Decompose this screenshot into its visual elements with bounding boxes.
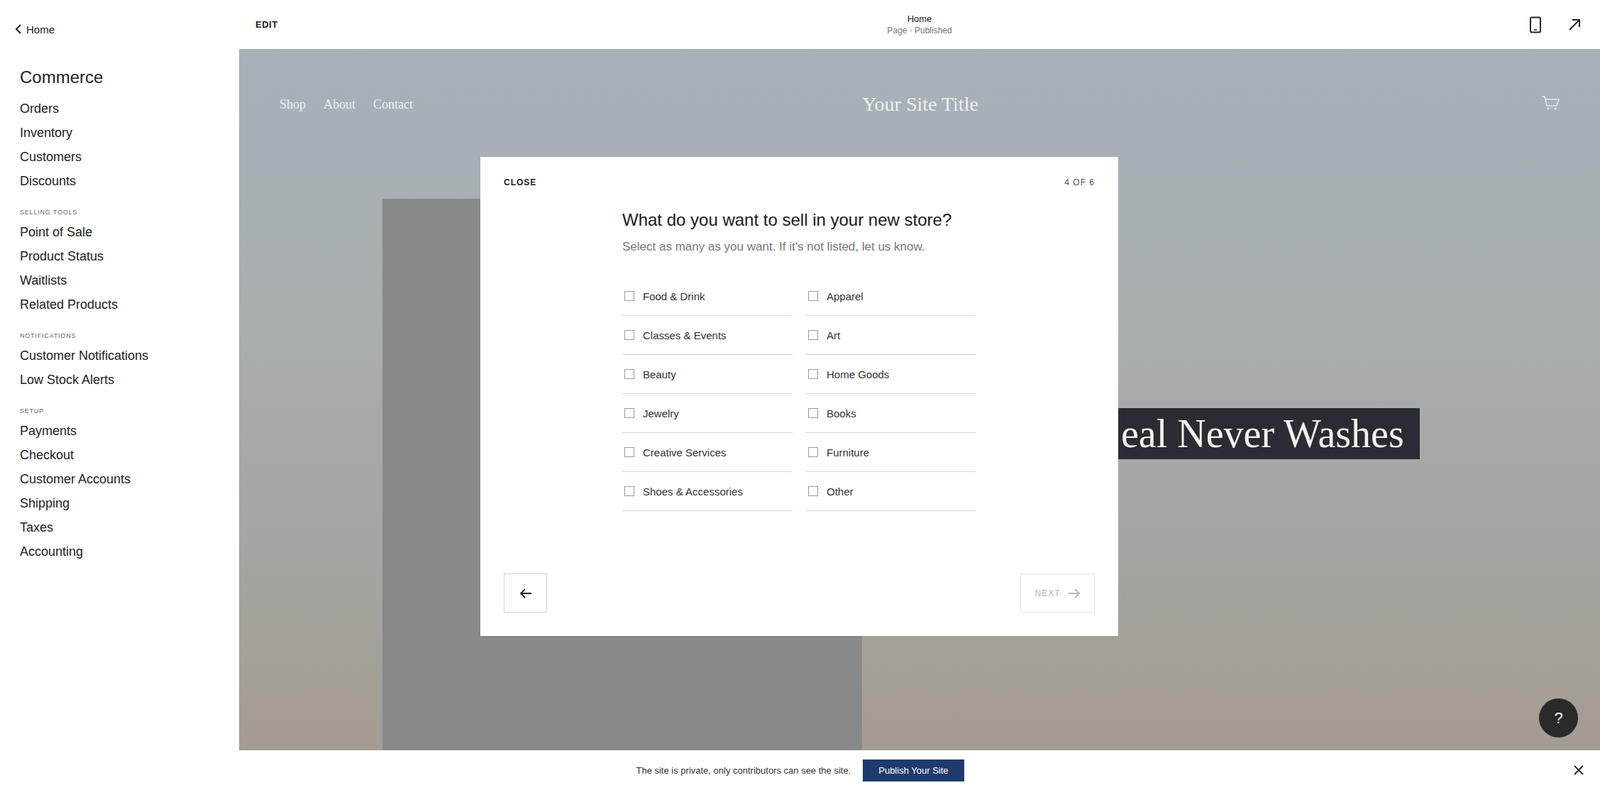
step-counter: 4 OF 6: [1064, 176, 1095, 189]
onboarding-modal: CLOSE 4 OF 6 What do you want to sell in…: [480, 156, 1119, 636]
expand-arrow-icon[interactable]: [1567, 17, 1582, 32]
option-row[interactable]: Shoes & Accessories: [622, 471, 793, 511]
sidebar-item[interactable]: Orders: [19, 96, 240, 121]
site-nav: Shop About Contact: [279, 97, 863, 113]
back-link[interactable]: Home: [14, 21, 240, 37]
arrow-right-icon: [1067, 587, 1081, 599]
sidebar-heading: SETUP: [19, 405, 240, 416]
modal-footer: NEXT: [503, 573, 1095, 613]
checkbox[interactable]: [808, 447, 819, 457]
sidebar-item[interactable]: Point of Sale: [19, 219, 240, 245]
sidebar-item[interactable]: Waitlists: [19, 268, 240, 293]
topbar-icons: [1529, 16, 1582, 34]
checkbox[interactable]: [808, 486, 819, 496]
sidebar-item[interactable]: Inventory: [19, 120, 240, 145]
close-button[interactable]: CLOSE: [503, 176, 537, 189]
privacy-message: The site is private, only contributors c…: [635, 764, 851, 776]
option-row[interactable]: Furniture: [806, 432, 977, 472]
modal-body: What do you want to sell in your new sto…: [622, 209, 978, 511]
site-nav-item[interactable]: Shop: [279, 97, 306, 113]
site-title[interactable]: Your Site Title: [862, 92, 979, 116]
publish-button[interactable]: Publish Your Site: [862, 759, 964, 782]
modal-subtitle: Select as many as you want. If it's not …: [622, 239, 978, 255]
sidebar-heading: NOTIFICATIONS: [19, 330, 240, 341]
sidebar-item[interactable]: Payments: [19, 418, 240, 443]
checkbox[interactable]: [624, 407, 635, 418]
sidebar-item[interactable]: Product Status: [19, 244, 240, 269]
site-preview: Shop About Contact Your Site Title eal Nev…: [239, 48, 1600, 750]
checkbox[interactable]: [624, 368, 635, 379]
edit-button[interactable]: EDIT: [255, 19, 279, 30]
back-button[interactable]: [503, 573, 548, 613]
option-row[interactable]: Classes & Events: [622, 315, 793, 355]
sidebar-title: Commerce: [19, 66, 240, 88]
checkbox[interactable]: [808, 368, 819, 379]
checkbox[interactable]: [624, 290, 635, 301]
site-header: Shop About Contact Your Site Title: [239, 48, 1600, 116]
sidebar-group: Point of SaleProduct StatusWaitlistsRela…: [19, 219, 240, 317]
sidebar-item[interactable]: Low Stock Alerts: [19, 367, 240, 392]
bottom-bar: The site is private, only contributors c…: [0, 749, 1600, 790]
cart-icon[interactable]: [1541, 94, 1561, 112]
option-row[interactable]: Other: [806, 471, 977, 511]
arrow-left-icon: [519, 587, 533, 599]
help-button[interactable]: ?: [1538, 698, 1579, 738]
page-status: Page · Published: [886, 24, 952, 37]
option-row[interactable]: Creative Services: [622, 432, 793, 472]
hero-headline: eal Never Washes: [1118, 407, 1420, 460]
option-row[interactable]: Beauty: [622, 354, 793, 394]
sidebar-item[interactable]: Customer Notifications: [19, 343, 240, 368]
topbar: EDIT Home Page · Published: [239, 0, 1600, 49]
checkbox[interactable]: [624, 447, 635, 457]
checkbox[interactable]: [624, 486, 635, 496]
sidebar-group: Customer NotificationsLow Stock Alerts: [19, 343, 240, 392]
page-title: Home: [886, 13, 952, 25]
sidebar-item[interactable]: Checkout: [19, 442, 240, 467]
option-row[interactable]: Jewelry: [622, 393, 793, 433]
sidebar-item[interactable]: Customers: [19, 144, 240, 169]
workspace: Home Commerce OrdersInventoryCustomersDi…: [0, 0, 1600, 750]
page-info: Home Page · Published: [886, 13, 952, 37]
checkbox[interactable]: [808, 329, 819, 340]
chevron-left-icon: [14, 23, 23, 35]
sidebar-item[interactable]: Customer Accounts: [19, 466, 240, 491]
options-grid: Food & Drink Apparel Classes & Events Ar…: [622, 276, 978, 511]
sidebar-item[interactable]: Accounting: [19, 539, 240, 564]
close-icon[interactable]: [1573, 764, 1585, 776]
main: EDIT Home Page · Published Shop About Cont…: [239, 0, 1600, 750]
checkbox[interactable]: [624, 329, 635, 340]
site-nav-item[interactable]: Contact: [373, 97, 413, 113]
sidebar-group: PaymentsCheckoutCustomer AccountsShippin…: [19, 418, 240, 564]
next-button[interactable]: NEXT: [1020, 573, 1095, 613]
modal-header: CLOSE 4 OF 6: [503, 176, 1095, 189]
mobile-icon[interactable]: [1529, 16, 1542, 34]
option-row[interactable]: Home Goods: [806, 354, 977, 394]
sidebar-heading: SELLING TOOLS: [19, 207, 240, 218]
option-row[interactable]: Art: [806, 315, 977, 355]
option-row[interactable]: Apparel: [806, 276, 977, 316]
cart: [1541, 94, 1561, 115]
modal-title: What do you want to sell in your new sto…: [622, 209, 978, 231]
checkbox[interactable]: [808, 407, 819, 418]
sidebar-item[interactable]: Related Products: [19, 292, 240, 317]
app: Home Commerce OrdersInventoryCustomersDi…: [0, 0, 1600, 790]
sidebar-item[interactable]: Discounts: [19, 168, 240, 193]
sidebar: Home Commerce OrdersInventoryCustomersDi…: [0, 0, 240, 750]
sidebar-item[interactable]: Taxes: [19, 515, 240, 540]
sidebar-group: OrdersInventoryCustomersDiscounts: [19, 96, 240, 193]
checkbox[interactable]: [808, 290, 819, 301]
sidebar-item[interactable]: Shipping: [19, 490, 240, 516]
option-row[interactable]: Books: [806, 393, 977, 433]
option-row[interactable]: Food & Drink: [622, 276, 793, 316]
site-nav-item[interactable]: About: [323, 97, 356, 113]
